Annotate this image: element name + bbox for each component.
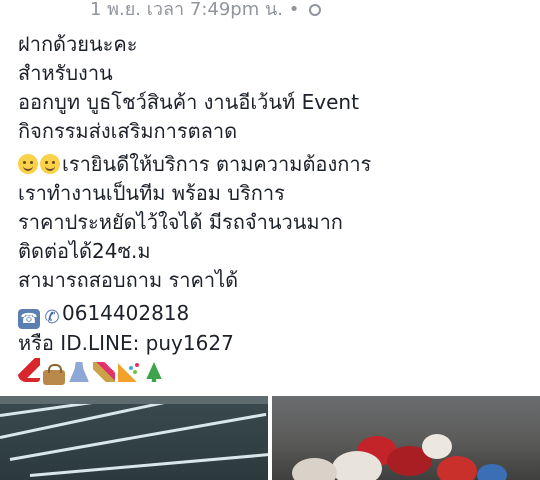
lipstick-icon: [93, 362, 115, 382]
service-text: เรายินดีให้บริการ ตามความต้องการ: [62, 152, 372, 176]
post-timestamp[interactable]: 1 พ.ย. เวลา 7:49pm น.: [90, 0, 283, 20]
post-line-2: สำหรับงาน: [18, 61, 113, 85]
dress-icon: [69, 362, 89, 382]
post-line-id: หรือ ID.LINE: puy1627: [18, 331, 234, 355]
post-service-line: เรายินดีให้บริการ ตามความต้องการ: [18, 150, 528, 179]
meta-separator: •: [288, 0, 300, 20]
globe-icon[interactable]: [309, 4, 322, 16]
post-line-8: ติดต่อได้24ซ.ม: [18, 239, 151, 263]
post-line-4: กิจกรรมส่งเสริมการตลาด: [18, 119, 238, 143]
post-line-1: ฝากด้วยนะคะ: [18, 32, 138, 56]
christmas-tree-icon: [146, 362, 162, 382]
post-line-7: ราคาประหยัดไว้ใจได้ มีรถจำนวนมาก: [18, 210, 343, 234]
photo-venue-ceiling[interactable]: [0, 396, 268, 480]
phone-receiver-icon: ✆: [44, 307, 60, 328]
post-phone-line: ☎ ✆ 0614402818: [18, 299, 528, 329]
photo-grid: [0, 396, 540, 480]
telephone-icon: ☎: [18, 309, 40, 329]
handbag-icon: [43, 364, 65, 385]
post-timestamp-row: 1 พ.ย. เวลา 7:49pm น. •: [90, 0, 322, 23]
high-heel-icon: [18, 358, 40, 382]
smile-icon: [18, 154, 38, 174]
post-line-6: เราทำงานเป็นทีม พร้อม บริการ: [18, 181, 285, 205]
phone-number[interactable]: 0614402818: [62, 301, 189, 325]
post-body: ฝากด้วยนะคะ สำหรับงาน ออกบูท บูธโชว์สินค…: [18, 30, 528, 387]
photo-flower-bouquets[interactable]: [272, 396, 540, 480]
emoji-row: [18, 358, 528, 387]
smile-icon: [40, 154, 60, 174]
post-line-3: ออกบูท บูธโชว์สินค้า งานอีเว้นท์ Event: [18, 90, 359, 114]
party-popper-icon: [118, 362, 140, 382]
post-line-9: สามารถสอบถาม ราคาได้: [18, 268, 239, 292]
